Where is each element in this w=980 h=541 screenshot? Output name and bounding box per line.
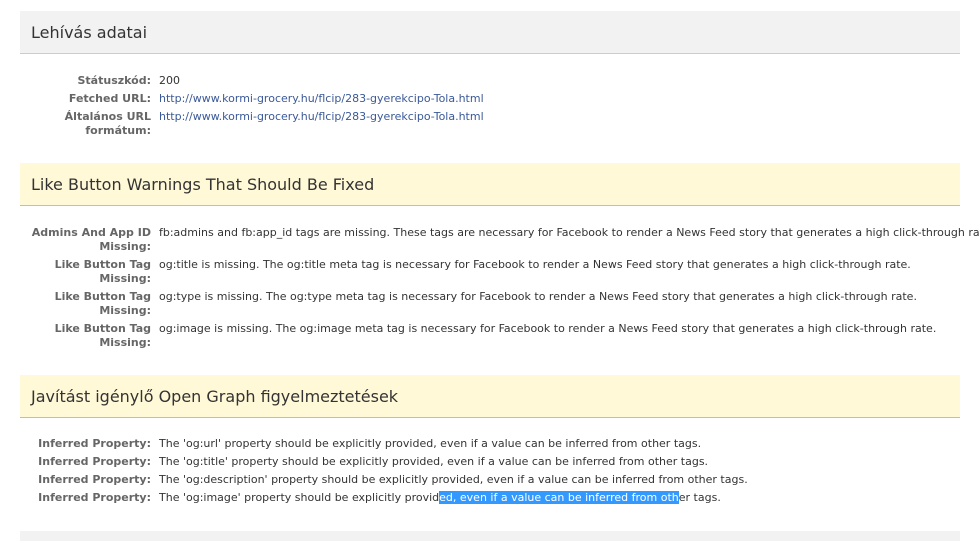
inferred-property-text: The 'og:title' property should be explic… — [159, 455, 709, 468]
fetch-section-header: Lehívás adatai — [20, 11, 960, 54]
inferred-property-text: The 'og:description' property should be … — [159, 473, 748, 486]
fetched-url-label: Fetched URL: — [68, 92, 151, 105]
warning-row: Like Button Tag Missing: og:title is mis… — [20, 258, 960, 290]
canonical-url-row: Általános URL formátum: http://www.kormi… — [20, 110, 960, 138]
warning-label: Like Button Tag Missing: — [54, 322, 151, 349]
fetch-details: Státuszkód: 200 Fetched URL: http://www.… — [20, 74, 960, 138]
canonical-url-label: Általános URL formátum: — [64, 110, 151, 137]
inferred-property-label: Inferred Property: — [38, 491, 151, 504]
fetch-section-title: Lehívás adatai — [31, 22, 148, 42]
warning-row: Like Button Tag Missing: og:type is miss… — [20, 290, 960, 322]
next-section-header — [20, 531, 960, 541]
text-after-selection: er tags. — [678, 491, 721, 504]
warning-text: og:image is missing. The og:image meta t… — [159, 322, 937, 335]
warning-text: og:type is missing. The og:type meta tag… — [159, 290, 917, 303]
like-warnings-title: Like Button Warnings That Should Be Fixe… — [31, 174, 375, 194]
inferred-property-text: The 'og:image' property should be explic… — [159, 491, 721, 505]
status-code-row: Státuszkód: 200 — [20, 74, 960, 92]
warning-label: Like Button Tag Missing: — [54, 290, 151, 317]
inferred-property-label: Inferred Property: — [38, 455, 151, 468]
warning-label: Like Button Tag Missing: — [54, 258, 151, 285]
warning-label: Admins And App ID Missing: — [31, 226, 151, 253]
warning-row: Like Button Tag Missing: og:image is mis… — [20, 322, 960, 354]
inferred-property-row: Inferred Property: The 'og:url' property… — [20, 437, 960, 455]
inferred-property-text: The 'og:url' property should be explicit… — [159, 437, 702, 450]
warning-text: fb:admins and fb:app_id tags are missing… — [159, 226, 980, 239]
inferred-property-row: Inferred Property: The 'og:title' proper… — [20, 455, 960, 473]
like-warnings-header: Like Button Warnings That Should Be Fixe… — [20, 163, 960, 206]
og-warnings-header: Javítást igénylő Open Graph figyelmeztet… — [20, 375, 960, 418]
selected-text: ed, even if a value can be inferred from… — [439, 491, 679, 504]
og-warnings-title: Javítást igénylő Open Graph figyelmeztet… — [31, 386, 399, 406]
status-code-label: Státuszkód: — [77, 74, 152, 87]
warning-text: og:title is missing. The og:title meta t… — [159, 258, 911, 271]
inferred-property-label: Inferred Property: — [38, 473, 151, 486]
og-warnings-list: Inferred Property: The 'og:url' property… — [20, 437, 960, 509]
fetched-url-row: Fetched URL: http://www.kormi-grocery.hu… — [20, 92, 960, 110]
inferred-property-row: Inferred Property: The 'og:description' … — [20, 473, 960, 491]
inferred-property-label: Inferred Property: — [38, 437, 151, 450]
like-warnings-list: Admins And App ID Missing: fb:admins and… — [20, 226, 980, 354]
warning-row: Admins And App ID Missing: fb:admins and… — [20, 226, 980, 258]
text-before-selection: The 'og:image' property should be explic… — [159, 491, 440, 504]
fetched-url-link[interactable]: http://www.kormi-grocery.hu/flcip/283-gy… — [159, 92, 484, 105]
inferred-property-row: Inferred Property: The 'og:image' proper… — [20, 491, 960, 509]
status-code-value: 200 — [159, 74, 180, 87]
canonical-url-link[interactable]: http://www.kormi-grocery.hu/flcip/283-gy… — [159, 110, 484, 123]
